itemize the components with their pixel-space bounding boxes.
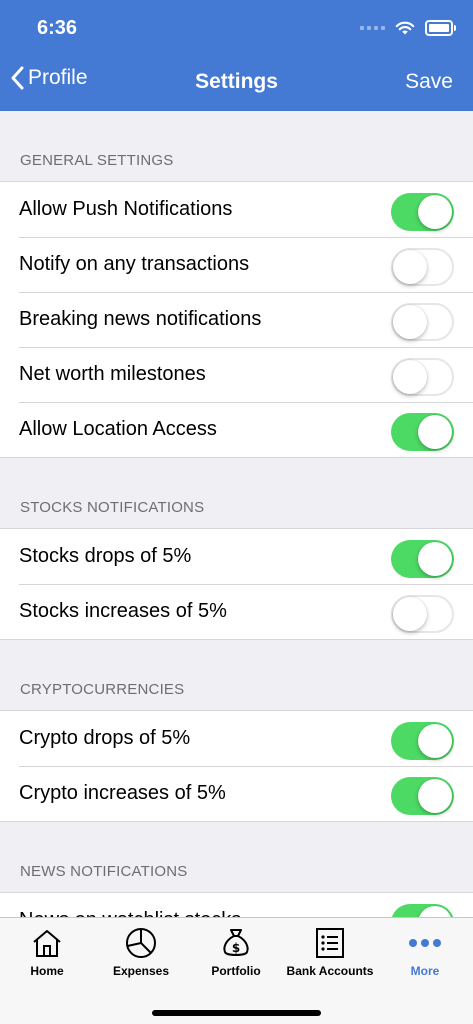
crypto-increases-toggle[interactable] [391, 777, 454, 815]
setting-label: Allow Push Notifications [19, 198, 233, 220]
net-worth-toggle[interactable] [391, 358, 454, 396]
toggle-knob [418, 415, 452, 449]
section-header-general: GENERAL SETTINGS [20, 152, 174, 169]
allow-push-toggle[interactable] [391, 193, 454, 231]
tab-expenses[interactable]: Expenses [94, 926, 188, 978]
tab-more[interactable]: More [378, 926, 472, 978]
signal-icon [360, 26, 385, 30]
setting-row-allow-push: Allow Push Notifications [0, 182, 473, 237]
setting-row-crypto-increases: Crypto increases of 5% [0, 766, 473, 821]
setting-label: Stocks drops of 5% [19, 545, 192, 567]
status-time: 6:36 [37, 17, 78, 39]
home-indicator [152, 1010, 321, 1016]
money-bag-icon: $ [223, 929, 249, 956]
save-button[interactable]: Save [405, 70, 453, 94]
setting-row-stocks-drops: Stocks drops of 5% [0, 529, 473, 584]
setting-label: Crypto drops of 5% [19, 727, 191, 749]
pie-chart-icon [126, 928, 156, 958]
setting-row-stocks-increases: Stocks increases of 5% [0, 584, 473, 639]
toggle-knob [418, 542, 452, 576]
setting-row-breaking-news: Breaking news notifications [0, 292, 473, 347]
setting-row-crypto-drops: Crypto drops of 5% [0, 711, 473, 766]
tab-bank-accounts[interactable]: Bank Accounts [283, 926, 377, 978]
toggle-knob [393, 360, 427, 394]
setting-label: Notify on any transactions [19, 253, 250, 275]
toggle-knob [418, 195, 452, 229]
tab-label: Expenses [112, 964, 170, 978]
section-header-crypto: CRYPTOCURRENCIES [20, 681, 185, 698]
section-header-news: NEWS NOTIFICATIONS [20, 863, 188, 880]
tab-portfolio[interactable]: $ Portfolio [189, 926, 283, 978]
crypto-drops-toggle[interactable] [391, 722, 454, 760]
setting-row-net-worth: Net worth milestones [0, 347, 473, 402]
setting-label: Stocks increases of 5% [19, 600, 227, 622]
setting-label: News on watchlist stocks [19, 909, 241, 917]
toggle-knob [393, 305, 427, 339]
battery-icon [425, 20, 456, 36]
setting-label: Allow Location Access [19, 418, 217, 440]
section-stocks: Stocks drops of 5% Stocks increases of 5… [0, 528, 473, 640]
setting-label: Crypto increases of 5% [19, 782, 226, 804]
navigation-header: 6:36 Profile Settings Save [0, 0, 473, 111]
wifi-icon [395, 21, 415, 34]
notify-transactions-toggle[interactable] [391, 248, 454, 286]
tab-label: Home [30, 964, 64, 978]
status-icons [360, 20, 456, 36]
watchlist-news-toggle[interactable] [391, 904, 454, 917]
toggle-knob [418, 724, 452, 758]
section-crypto: Crypto drops of 5% Crypto increases of 5… [0, 710, 473, 822]
settings-screen: 6:36 Profile Settings Save GENERAL SETTI… [0, 0, 473, 1024]
breaking-news-toggle[interactable] [391, 303, 454, 341]
toggle-knob [393, 250, 427, 284]
tab-label: Portfolio [211, 964, 261, 978]
toggle-knob [393, 597, 427, 631]
page-title: Settings [195, 70, 278, 93]
setting-row-watchlist-news: News on watchlist stocks [0, 893, 473, 917]
tab-label: More [410, 964, 440, 978]
setting-row-location: Allow Location Access [0, 402, 473, 457]
tab-label: Bank Accounts [286, 964, 374, 978]
tab-bar: Home Expenses $ Portfolio Bank Accounts … [0, 917, 473, 1024]
toggle-knob [418, 906, 452, 917]
list-icon [316, 928, 344, 958]
setting-label: Net worth milestones [19, 363, 206, 385]
home-icon [33, 930, 61, 957]
svg-text:$: $ [232, 941, 240, 955]
tab-home[interactable]: Home [0, 926, 94, 978]
toggle-knob [418, 779, 452, 813]
stocks-increases-toggle[interactable] [391, 595, 454, 633]
setting-label: Breaking news notifications [19, 308, 262, 330]
more-icon [409, 939, 441, 947]
setting-row-notify-transactions: Notify on any transactions [0, 237, 473, 292]
location-access-toggle[interactable] [391, 413, 454, 451]
stocks-drops-toggle[interactable] [391, 540, 454, 578]
section-header-stocks: STOCKS NOTIFICATIONS [20, 499, 205, 516]
settings-list[interactable]: GENERAL SETTINGS Allow Push Notification… [0, 111, 473, 917]
section-general: Allow Push Notifications Notify on any t… [0, 181, 473, 458]
section-news: News on watchlist stocks [0, 892, 473, 917]
